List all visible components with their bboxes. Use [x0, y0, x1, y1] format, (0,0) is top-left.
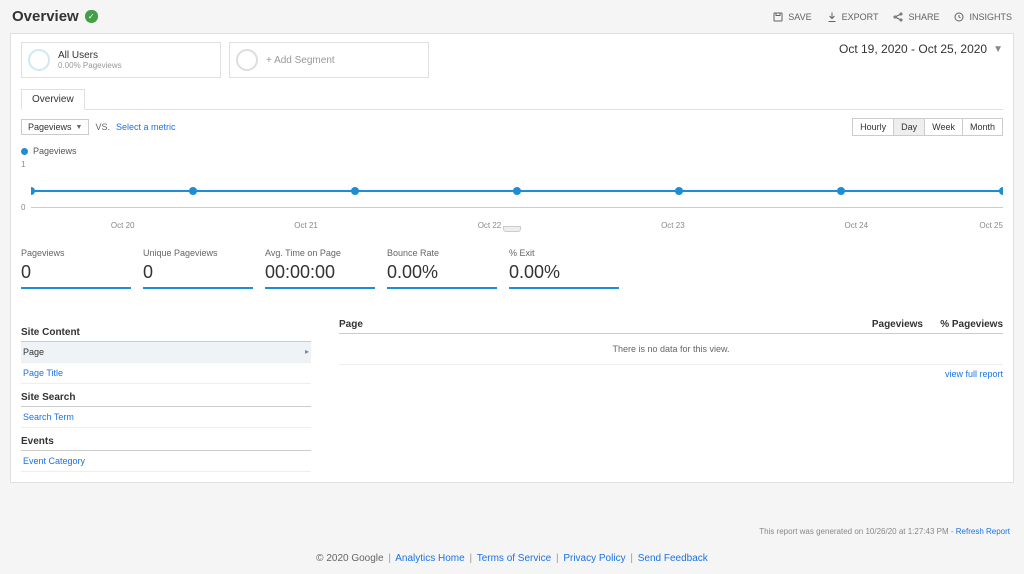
metric-dropdown[interactable]: Pageviews ▼ [21, 119, 89, 135]
tab-overview[interactable]: Overview [21, 89, 85, 110]
page-title: Overview [12, 8, 79, 25]
share-button[interactable]: SHARE [892, 11, 939, 23]
th-pct-pageviews[interactable]: % Pageviews [923, 319, 1003, 330]
metric-underline [21, 287, 131, 289]
dim-page-title[interactable]: Page Title [21, 363, 311, 384]
granularity-week[interactable]: Week [925, 119, 963, 135]
metric-value: 00:00:00 [265, 262, 375, 283]
chevron-down-icon: ▼ [993, 44, 1003, 55]
caret-down-icon: ▼ [76, 124, 83, 131]
metric-label: % Exit [509, 248, 619, 258]
chart-line [31, 186, 1003, 196]
save-label: SAVE [788, 12, 811, 22]
y-tick-0: 0 [21, 203, 25, 212]
table-header: Page Pageviews % Pageviews [339, 319, 1003, 334]
metric-underline [265, 287, 375, 289]
granularity-day[interactable]: Day [894, 119, 925, 135]
refresh-report-link[interactable]: Refresh Report [956, 527, 1010, 536]
th-page[interactable]: Page [339, 319, 853, 330]
metric-label: Unique Pageviews [143, 248, 253, 258]
segment-all-users[interactable]: All Users 0.00% Pageviews [21, 42, 221, 78]
dim-page[interactable]: Page [21, 342, 311, 363]
metric-value: 0 [21, 262, 131, 283]
section-site-search: Site Search [21, 392, 311, 407]
metric-underline [509, 287, 619, 289]
metrics-row: Pageviews 0 Unique Pageviews 0 Avg. Time… [21, 248, 1003, 289]
add-segment-button[interactable]: + Add Segment [229, 42, 429, 78]
share-icon [892, 11, 904, 23]
metric-label: Bounce Rate [387, 248, 497, 258]
date-range-label: Oct 19, 2020 - Oct 25, 2020 [839, 42, 987, 56]
no-data-message: There is no data for this view. [339, 334, 1003, 365]
metric-bounce-rate[interactable]: Bounce Rate 0.00% [387, 248, 497, 289]
metric-label: Avg. Time on Page [265, 248, 375, 258]
y-tick-1: 1 [21, 160, 25, 169]
segment-title: All Users [58, 50, 122, 61]
add-segment-label: + Add Segment [266, 55, 335, 66]
metric-label: Pageviews [21, 248, 131, 258]
view-full-report-link[interactable]: view full report [339, 369, 1003, 379]
metric-dropdown-label: Pageviews [28, 122, 72, 132]
export-button[interactable]: EXPORT [826, 11, 879, 23]
segment-circle-icon [28, 49, 50, 71]
share-label: SHARE [908, 12, 939, 22]
insights-label: INSIGHTS [969, 12, 1012, 22]
metric-pageviews[interactable]: Pageviews 0 [21, 248, 131, 289]
footer-copyright: © 2020 Google [316, 553, 383, 564]
shield-check-icon [85, 10, 98, 23]
dim-search-term[interactable]: Search Term [21, 407, 311, 428]
chart-legend: Pageviews [21, 146, 1003, 156]
th-pageviews[interactable]: Pageviews [853, 319, 923, 330]
segment-subtitle: 0.00% Pageviews [58, 61, 122, 70]
export-label: EXPORT [842, 12, 879, 22]
export-icon [826, 11, 838, 23]
legend-series-label: Pageviews [33, 146, 77, 156]
insights-button[interactable]: INSIGHTS [953, 11, 1012, 23]
line-chart: 1 0 Oct 20 Oct 21 Oct 22 Oct 23 Oct 24 O… [21, 160, 1003, 230]
legend-dot-icon [21, 148, 28, 155]
footer-feedback[interactable]: Send Feedback [638, 553, 708, 564]
metric-avg-time[interactable]: Avg. Time on Page 00:00:00 [265, 248, 375, 289]
granularity-group: Hourly Day Week Month [852, 118, 1003, 136]
footer-privacy[interactable]: Privacy Policy [563, 553, 625, 564]
segment-add-circle-icon [236, 49, 258, 71]
date-range-picker[interactable]: Oct 19, 2020 - Oct 25, 2020 ▼ [839, 42, 1003, 56]
granularity-hourly[interactable]: Hourly [853, 119, 894, 135]
metric-underline [143, 287, 253, 289]
select-metric-link[interactable]: Select a metric [116, 122, 176, 132]
section-events: Events [21, 436, 311, 451]
metric-unique-pageviews[interactable]: Unique Pageviews 0 [143, 248, 253, 289]
save-button[interactable]: SAVE [772, 11, 811, 23]
dim-event-category[interactable]: Event Category [21, 451, 311, 472]
footer-analytics-home[interactable]: Analytics Home [395, 553, 464, 564]
save-icon [772, 11, 784, 23]
metric-value: 0.00% [387, 262, 497, 283]
metric-value: 0.00% [509, 262, 619, 283]
footer-terms[interactable]: Terms of Service [477, 553, 551, 564]
granularity-month[interactable]: Month [963, 119, 1002, 135]
metric-exit[interactable]: % Exit 0.00% [509, 248, 619, 289]
report-generated-text: This report was generated on 10/26/20 at… [759, 527, 1010, 536]
chart-grip-icon[interactable] [503, 226, 521, 232]
x-axis-line [31, 207, 1003, 208]
section-site-content: Site Content [21, 327, 311, 342]
insights-icon [953, 11, 965, 23]
metric-value: 0 [143, 262, 253, 283]
metric-underline [387, 287, 497, 289]
vs-label: VS. [95, 122, 110, 132]
footer: © 2020 Google | Analytics Home | Terms o… [0, 553, 1024, 564]
